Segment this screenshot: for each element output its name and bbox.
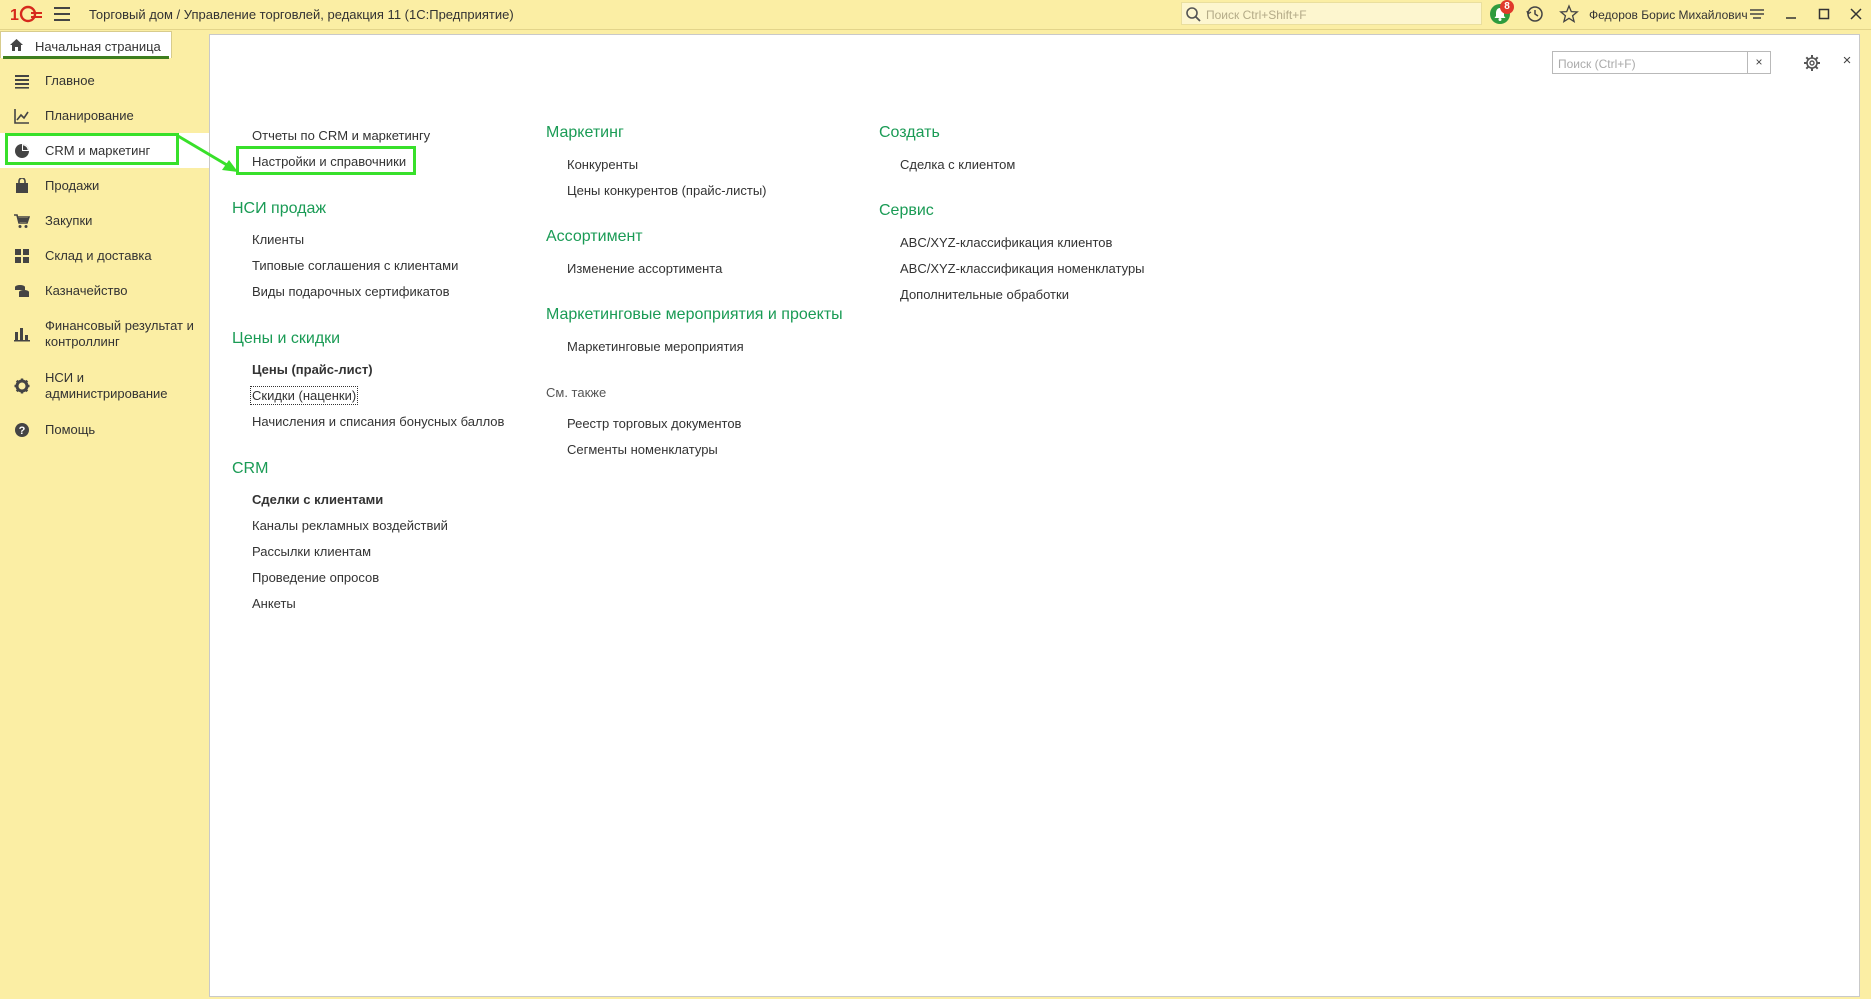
sidebar-item-warehouse[interactable]: Склад и доставка xyxy=(0,238,209,273)
group-heading-marketing: Маркетинг xyxy=(546,124,624,141)
group-heading-service: Сервис xyxy=(879,202,934,219)
maximize-icon[interactable] xyxy=(1813,3,1835,25)
link-ad-channels[interactable]: Каналы рекламных воздействий xyxy=(252,518,448,533)
sidebar-item-label: Главное xyxy=(45,73,95,88)
link-gift-certificates[interactable]: Виды подарочных сертификатов xyxy=(252,284,450,299)
svg-text:1: 1 xyxy=(10,7,19,23)
panel-search[interactable]: × xyxy=(1552,51,1771,74)
sidebar-item-purchases[interactable]: Закупки xyxy=(0,203,209,238)
sidebar-item-sales[interactable]: Продажи xyxy=(0,168,209,203)
link-marketing-events[interactable]: Маркетинговые мероприятия xyxy=(567,339,744,354)
link-additional-processing[interactable]: Дополнительные обработки xyxy=(900,287,1069,302)
link-client-deals[interactable]: Сделки с клиентами xyxy=(252,492,383,507)
link-abc-xyz-nomenclature[interactable]: ABC/XYZ-классификация номенклатуры xyxy=(900,261,1145,276)
sidebar-item-label: Закупки xyxy=(45,212,93,228)
sidebar-item-label: НСИ и администрирование xyxy=(45,370,168,401)
svg-text:?: ? xyxy=(19,425,26,437)
help-icon: ? xyxy=(15,422,29,437)
link-competitor-prices[interactable]: Цены конкурентов (прайс-листы) xyxy=(567,183,767,198)
sidebar: Главное Планирование CRM и маркетинг Про… xyxy=(0,64,209,447)
warehouse-grid-icon xyxy=(15,248,29,263)
main-menu-icon[interactable] xyxy=(54,7,70,21)
cart-icon xyxy=(14,213,30,228)
global-search-input[interactable] xyxy=(1204,5,1478,24)
1c-logo-icon[interactable]: 1 xyxy=(10,5,44,23)
sidebar-item-label: Планирование xyxy=(45,107,134,123)
history-icon[interactable] xyxy=(1524,3,1546,25)
sidebar-item-planning[interactable]: Планирование xyxy=(0,98,209,133)
link-questionnaires[interactable]: Анкеты xyxy=(252,596,296,611)
global-search[interactable] xyxy=(1181,2,1482,25)
link-price-list[interactable]: Цены (прайс-лист) xyxy=(252,362,373,377)
highlight-box-settings-directories xyxy=(236,146,416,175)
link-typical-agreements[interactable]: Типовые соглашения с клиентами xyxy=(252,258,458,273)
group-heading-create: Создать xyxy=(879,124,940,141)
close-window-icon[interactable] xyxy=(1845,3,1867,25)
favorites-star-icon[interactable] xyxy=(1558,3,1580,25)
tab-home-label: Начальная страница xyxy=(35,39,161,54)
group-heading-prices: Цены и скидки xyxy=(232,330,341,347)
link-bonus-points[interactable]: Начисления и списания бонусных баллов xyxy=(252,414,504,429)
link-nomenclature-segments[interactable]: Сегменты номенклатуры xyxy=(567,442,718,457)
link-client-mailings[interactable]: Рассылки клиентам xyxy=(252,544,371,559)
sidebar-item-main[interactable]: Главное xyxy=(0,64,209,98)
home-icon xyxy=(10,39,23,51)
planning-chart-icon xyxy=(14,108,29,124)
link-abc-xyz-clients[interactable]: ABC/XYZ-классификация клиентов xyxy=(900,235,1112,250)
sidebar-item-label: Склад и доставка xyxy=(45,247,152,263)
user-name[interactable]: Федоров Борис Михайлович xyxy=(1589,8,1748,22)
group-heading-nsi-sales: НСИ продаж xyxy=(232,200,327,217)
sidebar-item-treasury[interactable]: Казначейство xyxy=(0,273,209,308)
see-also-label: См. также xyxy=(546,385,607,400)
sidebar-item-label: Продажи xyxy=(45,177,100,193)
sidebar-item-label: Финансовый результат и контроллинг xyxy=(45,318,194,349)
search-icon xyxy=(1186,7,1201,22)
title-bar: 1 Торговый дом / Управление торговлей, р… xyxy=(0,0,1871,30)
group-heading-assortment: Ассортимент xyxy=(546,228,643,245)
section-panel: × × Отчеты по CRM и маркетингу Настройки… xyxy=(209,34,1860,997)
highlight-box-crm-marketing xyxy=(5,133,179,165)
gear-icon xyxy=(14,378,30,394)
shopping-bag-icon xyxy=(16,177,28,193)
notification-badge: 8 xyxy=(1500,0,1514,14)
panel-search-input[interactable] xyxy=(1556,55,1740,72)
link-create-client-deal[interactable]: Сделка с клиентом xyxy=(900,157,1015,172)
panel-close-button[interactable]: × xyxy=(1838,51,1856,71)
link-clients[interactable]: Клиенты xyxy=(252,232,304,247)
sidebar-item-financial-result[interactable]: Финансовый результат и контроллинг xyxy=(0,308,209,360)
panel-settings-gear-icon[interactable] xyxy=(1802,53,1822,73)
sidebar-item-nsi-admin[interactable]: НСИ и администрирование xyxy=(0,360,209,412)
app-title: Торговый дом / Управление торговлей, ред… xyxy=(89,7,514,22)
link-crm-reports[interactable]: Отчеты по CRM и маркетингу xyxy=(252,128,430,143)
clear-search-button[interactable]: × xyxy=(1747,52,1770,73)
link-trade-documents-register[interactable]: Реестр торговых документов xyxy=(567,416,741,431)
link-assortment-change[interactable]: Изменение ассортимента xyxy=(567,261,722,276)
link-discounts[interactable]: Скидки (наценки) xyxy=(249,386,359,405)
list-icon xyxy=(15,75,29,89)
coins-icon xyxy=(15,284,29,297)
link-competitors[interactable]: Конкуренты xyxy=(567,157,638,172)
sidebar-item-label: Помощь xyxy=(45,421,96,437)
settings-menu-icon[interactable] xyxy=(1746,3,1768,25)
bar-chart-icon xyxy=(14,328,30,342)
sidebar-item-label: Казначейство xyxy=(45,282,128,298)
active-tab-indicator xyxy=(3,56,169,59)
group-heading-marketing-events: Маркетинговые мероприятия и проекты xyxy=(546,306,843,323)
sidebar-item-help[interactable]: ? Помощь xyxy=(0,412,209,447)
tab-home[interactable]: Начальная страница xyxy=(0,31,172,59)
link-surveys[interactable]: Проведение опросов xyxy=(252,570,379,585)
group-heading-crm: CRM xyxy=(232,460,269,477)
minimize-icon[interactable] xyxy=(1780,3,1802,25)
